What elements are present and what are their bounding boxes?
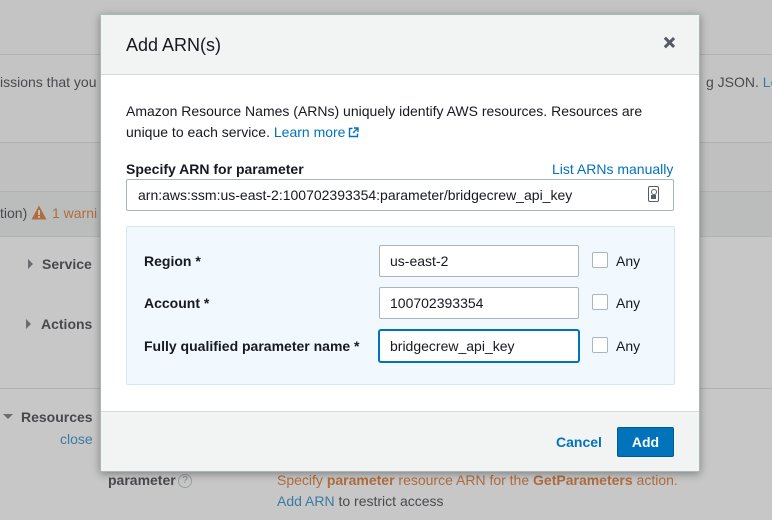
region-any-label[interactable]: Any (616, 253, 640, 269)
description-text: Amazon Resource Names (ARNs) uniquely id… (126, 103, 643, 140)
region-label: Region * (144, 253, 201, 269)
region-input[interactable]: us-east-2 (379, 245, 579, 277)
parameter-any-label[interactable]: Any (616, 338, 640, 354)
add-arn-modal: Add ARN(s) Amazon Resource Names (ARNs) … (100, 14, 700, 472)
modal-title: Add ARN(s) (126, 35, 222, 55)
specify-arn-label: Specify ARN for parameter (126, 161, 304, 177)
account-label: Account * (144, 295, 210, 311)
arn-input[interactable]: arn:aws:ssm:us-east-2:100702393354:param… (126, 179, 674, 211)
learn-more-label: Learn more (273, 124, 346, 140)
close-icon[interactable] (661, 35, 677, 51)
parameter-name-input[interactable]: bridgecrew_api_key (379, 330, 579, 362)
external-link-icon (349, 127, 360, 138)
account-any-checkbox[interactable] (592, 294, 608, 310)
parameter-any-checkbox[interactable] (592, 337, 608, 353)
copy-icon[interactable] (648, 186, 659, 202)
parameter-name-label: Fully qualified parameter name * (144, 338, 360, 354)
account-input[interactable]: 100702393354 (379, 287, 579, 319)
arn-fields-panel: Region * us-east-2 Any Account * 1007023… (126, 226, 675, 385)
add-button[interactable]: Add (617, 427, 674, 457)
modal-header: Add ARN(s) (101, 15, 699, 75)
modal-description: Amazon Resource Names (ARNs) uniquely id… (126, 101, 666, 143)
list-arns-manually-link[interactable]: List ARNs manually (552, 161, 673, 177)
cancel-button[interactable]: Cancel (556, 434, 602, 450)
learn-more-link[interactable]: Learn more (274, 124, 360, 140)
region-any-checkbox[interactable] (592, 252, 608, 268)
modal-footer: Cancel Add (101, 411, 699, 471)
account-any-label[interactable]: Any (616, 295, 640, 311)
